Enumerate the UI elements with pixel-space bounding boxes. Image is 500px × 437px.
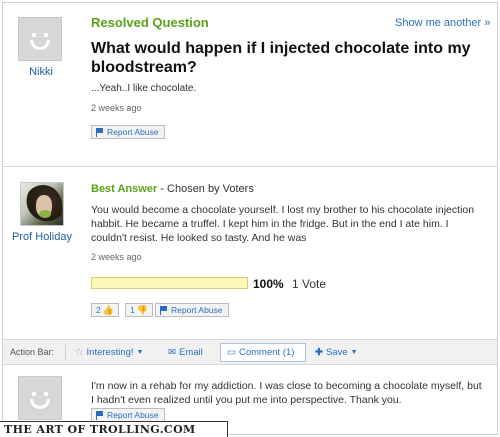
comment-text: I'm now in a rehab for my addiction. I w…: [91, 380, 482, 406]
email-button[interactable]: ✉ Email: [168, 347, 203, 358]
thumbs-up-icon: 👍: [102, 304, 114, 315]
commenter-avatar-icon[interactable]: [18, 376, 62, 420]
answer-report-abuse-button[interactable]: Report Abuse: [155, 303, 229, 317]
resolved-question-header: Resolved Question: [91, 15, 209, 30]
comment-report-abuse-button[interactable]: Report Abuse: [91, 408, 165, 422]
section-divider: [3, 166, 497, 167]
action-bar-label: Action Bar:: [10, 347, 55, 357]
question-details: ...Yeah..I like chocolate.: [91, 83, 197, 94]
action-bar-separator: [65, 345, 66, 361]
comment-label: Comment (1): [238, 347, 295, 358]
thumbs-down-count: 1: [130, 305, 135, 315]
answer-report-abuse-label: Report Abuse: [171, 305, 223, 315]
question-age: 2 weeks ago: [91, 103, 142, 113]
thumbs-down-icon: 👎: [136, 304, 148, 315]
star-icon: ☆: [75, 347, 84, 358]
vote-count: 1 Vote: [292, 277, 327, 291]
interesting-label: Interesting!: [86, 347, 134, 358]
action-bar: Action Bar: ☆ Interesting! ▼ ✉ Email ▭ C…: [3, 339, 497, 365]
best-answer-text: You would become a chocolate yourself. I…: [91, 204, 475, 244]
answerer-avatar-icon[interactable]: [20, 182, 64, 226]
best-answer-age: 2 weeks ago: [91, 252, 142, 262]
show-me-another-link[interactable]: Show me another »: [395, 17, 490, 29]
vote-bar: [91, 277, 248, 289]
question-title: What would happen if I injected chocolat…: [91, 40, 471, 76]
thumbs-up-button[interactable]: 2 👍: [91, 303, 119, 317]
comment-item[interactable]: ▭ Comment (1): [227, 347, 294, 358]
site-watermark: THE ART OF TROLLING.COM: [0, 421, 228, 437]
report-abuse-label: Report Abuse: [107, 127, 159, 137]
answerer-name-link[interactable]: Prof Holiday: [6, 231, 78, 243]
comment-report-abuse-label: Report Abuse: [107, 410, 159, 420]
chevron-down-icon: ▼: [136, 349, 144, 356]
flag-icon: [96, 410, 104, 420]
interesting-button[interactable]: ☆ Interesting! ▼: [75, 347, 143, 358]
comment-icon: ▭: [227, 347, 236, 358]
flag-icon: [160, 305, 168, 315]
best-answer-label: Best Answer: [91, 183, 158, 195]
save-label: Save: [325, 347, 348, 358]
chevron-down-icon: ▼: [350, 349, 358, 356]
thumbs-down-button[interactable]: 1 👎: [125, 303, 153, 317]
flag-icon: [96, 127, 104, 137]
asker-avatar-icon[interactable]: [18, 17, 62, 61]
email-icon: ✉: [168, 347, 176, 358]
email-label: Email: [178, 347, 203, 358]
vote-percent: 100%: [253, 277, 284, 291]
save-button[interactable]: ✚ Save ▼: [315, 347, 358, 358]
chosen-by-label: - Chosen by Voters: [157, 183, 254, 195]
report-abuse-button[interactable]: Report Abuse: [91, 125, 165, 139]
asker-name-link[interactable]: Nikki: [18, 66, 64, 78]
thumbs-up-count: 2: [96, 305, 101, 315]
plus-icon: ✚: [315, 347, 323, 358]
best-answer-header: Best Answer - Chosen by Voters: [91, 183, 254, 195]
